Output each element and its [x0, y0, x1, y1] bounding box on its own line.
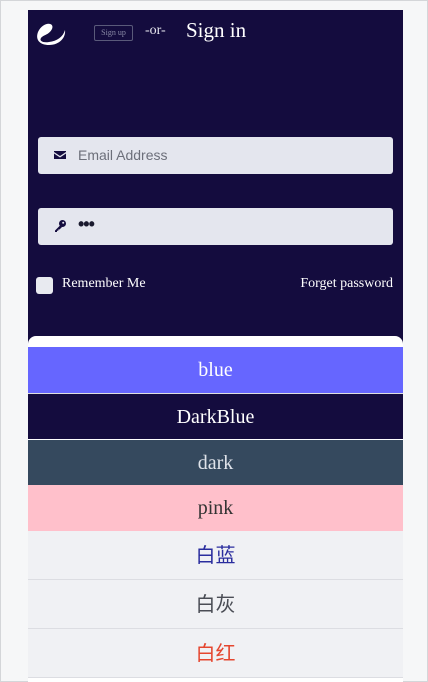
- remember-me-checkbox[interactable]: [36, 277, 53, 294]
- theme-option-dark[interactable]: dark: [28, 439, 403, 485]
- remember-me-label[interactable]: Remember Me: [62, 276, 146, 292]
- password-field[interactable]: •••: [38, 208, 393, 245]
- or-separator: -or-: [145, 23, 166, 38]
- forget-password-link[interactable]: Forget password: [300, 276, 393, 292]
- theme-option-white-red[interactable]: 白红: [28, 629, 403, 678]
- theme-option-pink[interactable]: pink: [28, 485, 403, 531]
- theme-option-blue[interactable]: blue: [28, 347, 403, 393]
- email-placeholder: Email Address: [78, 147, 168, 163]
- theme-option-white-gray[interactable]: 白灰: [28, 580, 403, 629]
- envelope-icon: [54, 151, 66, 159]
- theme-option-darkblue[interactable]: DarkBlue: [28, 393, 403, 439]
- password-value: •••: [78, 214, 95, 234]
- theme-option-white-blue[interactable]: 白蓝: [28, 531, 403, 580]
- app-logo-icon: [37, 23, 66, 45]
- signin-title[interactable]: Sign in: [186, 18, 246, 43]
- signup-button[interactable]: Sign up: [94, 25, 133, 41]
- login-screen: Sign up -or- Sign in Email Address ••• R…: [28, 10, 403, 682]
- key-icon: [55, 220, 66, 232]
- email-field[interactable]: Email Address: [38, 137, 393, 174]
